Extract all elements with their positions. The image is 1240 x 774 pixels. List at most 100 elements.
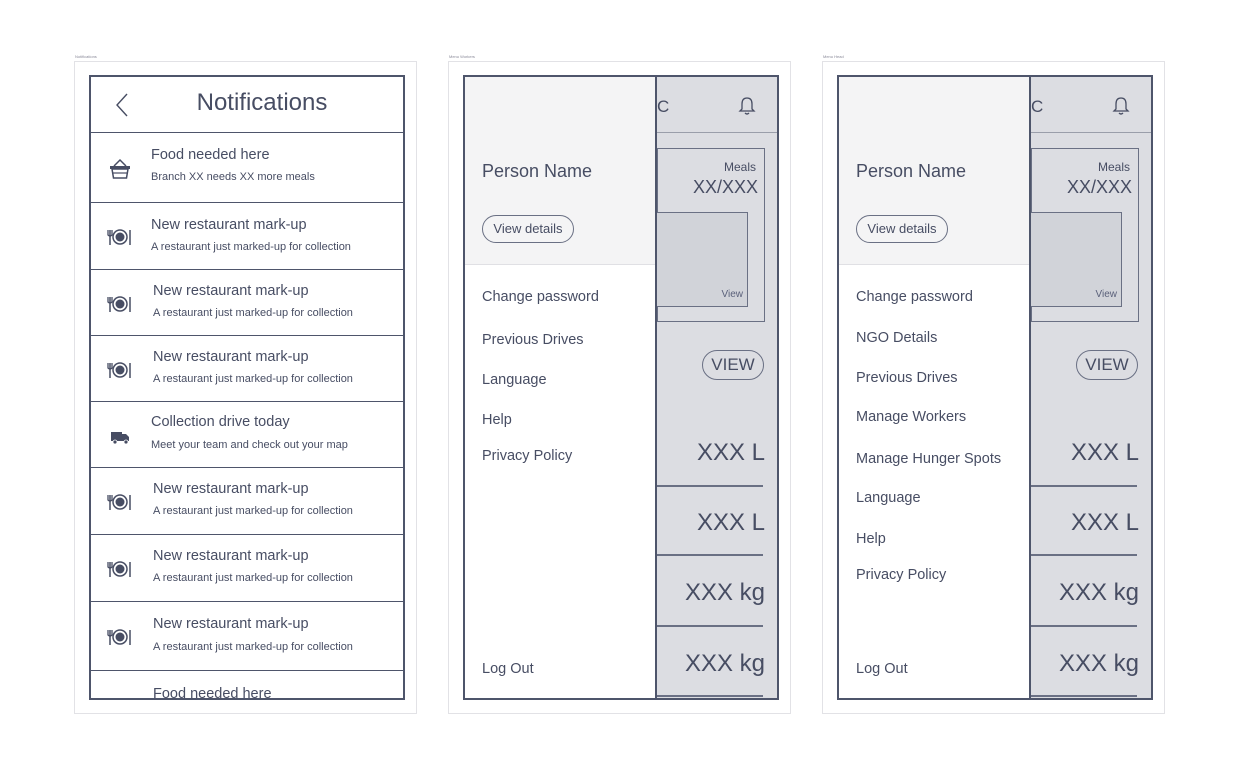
menu-workers-screen: C Meals XX/XXX View VIEW XXX L XXX L XXX… xyxy=(463,75,779,700)
menu-item-language[interactable]: Language xyxy=(482,372,547,388)
notification-item[interactable]: Food needed here Branch XX needs XX more… xyxy=(91,133,403,203)
notifications-header: Notifications xyxy=(91,77,403,133)
stat-value: XXX kg xyxy=(1058,650,1139,677)
notification-item[interactable]: New restaurant mark-up A restaurant just… xyxy=(91,336,403,402)
stat-value: XXX kg xyxy=(684,650,765,677)
drawer-header: Person Name View details xyxy=(465,77,655,265)
notification-item[interactable]: New restaurant mark-up A restaurant just… xyxy=(91,270,403,336)
menu-item-privacy-policy[interactable]: Privacy Policy xyxy=(482,448,572,464)
plate-cutlery-icon xyxy=(107,629,131,645)
menu-item-change-password[interactable]: Change password xyxy=(482,289,599,305)
divider xyxy=(657,554,763,556)
notification-subtitle: Branch XX needs XX more meals xyxy=(151,171,315,183)
notification-title: New restaurant mark-up xyxy=(153,548,309,564)
plate-cutlery-icon xyxy=(107,229,131,245)
notification-title: New restaurant mark-up xyxy=(153,283,309,299)
meals-value: XX/XXX xyxy=(1066,177,1132,197)
person-name: Person Name xyxy=(856,161,967,181)
meals-card: Meals XX/XXX View xyxy=(1030,148,1139,322)
image-view-link[interactable]: View xyxy=(722,289,744,300)
plate-cutlery-icon xyxy=(107,362,131,378)
notification-item[interactable]: New restaurant mark-up A restaurant just… xyxy=(91,203,403,270)
divider xyxy=(1031,625,1137,627)
divider xyxy=(1031,554,1137,556)
notification-item[interactable]: New restaurant mark-up A restaurant just… xyxy=(91,602,403,671)
notification-subtitle: A restaurant just marked-up for collecti… xyxy=(153,572,353,584)
notification-subtitle: A restaurant just marked-up for collecti… xyxy=(153,505,353,517)
view-button[interactable]: VIEW xyxy=(702,350,764,380)
plate-cutlery-icon xyxy=(107,296,131,312)
menu-item-previous-drives[interactable]: Previous Drives xyxy=(482,332,584,348)
meals-value: XX/XXX xyxy=(692,177,758,197)
stat-value: XXX L xyxy=(696,509,765,536)
notification-title: New restaurant mark-up xyxy=(153,349,309,365)
notification-title: New restaurant mark-up xyxy=(151,217,307,233)
stat-value: XXX L xyxy=(696,439,765,466)
notification-item[interactable]: Collection drive today Meet your team an… xyxy=(91,402,403,468)
menu-item-manage-workers[interactable]: Manage Workers xyxy=(856,409,966,425)
menu-item-manage-hunger-spots[interactable]: Manage Hunger Spots xyxy=(856,451,1001,467)
bell-icon[interactable] xyxy=(1110,94,1132,116)
menu-item-ngo-details[interactable]: NGO Details xyxy=(856,330,937,346)
menu-item-language[interactable]: Language xyxy=(856,490,921,506)
menu-item-privacy-policy[interactable]: Privacy Policy xyxy=(856,567,946,583)
plate-cutlery-icon xyxy=(107,561,131,577)
notification-subtitle: A restaurant just marked-up for collecti… xyxy=(153,641,353,653)
person-name: Person Name xyxy=(482,161,593,181)
divider xyxy=(657,625,763,627)
meals-label: Meals xyxy=(1097,160,1130,174)
notification-item[interactable]: Food needed here xyxy=(91,671,403,698)
image-placeholder: View xyxy=(656,212,748,307)
frame-label-notifications: Notifications xyxy=(75,54,97,59)
menu-item-help[interactable]: Help xyxy=(482,412,512,428)
menu-item-previous-drives[interactable]: Previous Drives xyxy=(856,370,958,386)
notification-subtitle: A restaurant just marked-up for collecti… xyxy=(153,307,353,319)
frame-label-menu-workers: Menu Workers xyxy=(449,54,475,59)
top-bar: C xyxy=(1031,77,1151,133)
stat-value: XXX kg xyxy=(684,579,765,606)
stat-value: XXX L xyxy=(1070,439,1139,466)
menu-head-screen: C Meals XX/XXX View VIEW XXX L XXX L XXX… xyxy=(837,75,1153,700)
menu-item-help[interactable]: Help xyxy=(856,531,886,547)
side-drawer: Person Name View details Change password… xyxy=(839,77,1031,698)
notification-subtitle: Meet your team and check out your map xyxy=(151,439,348,451)
top-bar: C xyxy=(657,77,777,133)
meals-card: Meals XX/XXX View xyxy=(656,148,765,322)
logout-button[interactable]: Log Out xyxy=(856,661,908,677)
bell-icon[interactable] xyxy=(736,94,758,116)
menu-item-change-password[interactable]: Change password xyxy=(856,289,973,305)
notifications-screen: Notifications Food needed here Branch XX… xyxy=(89,75,405,700)
stat-value: XXX L xyxy=(1070,509,1139,536)
truck-icon xyxy=(111,432,129,445)
dashboard-background: C Meals XX/XXX View VIEW XXX L XXX L XXX… xyxy=(1030,77,1151,698)
meals-label: Meals xyxy=(723,160,756,174)
notification-item[interactable]: New restaurant mark-up A restaurant just… xyxy=(91,468,403,535)
divider xyxy=(1031,695,1137,697)
drawer-header: Person Name View details xyxy=(839,77,1029,265)
notification-item[interactable]: New restaurant mark-up A restaurant just… xyxy=(91,535,403,602)
notification-title: Food needed here xyxy=(151,147,270,163)
page-title: Notifications xyxy=(196,89,328,116)
notification-title: Collection drive today xyxy=(151,414,290,430)
image-view-link[interactable]: View xyxy=(1096,289,1118,300)
divider xyxy=(1031,485,1137,487)
notification-title: New restaurant mark-up xyxy=(153,481,309,497)
artboard-notifications: Notifications Food needed here Branch XX… xyxy=(74,61,417,714)
plate-cutlery-icon xyxy=(107,494,131,510)
divider xyxy=(657,695,763,697)
side-drawer: Person Name View details Change password… xyxy=(465,77,657,698)
dashboard-background: C Meals XX/XXX View VIEW XXX L XXX L XXX… xyxy=(656,77,777,698)
frame-label-menu-head: Menu Head xyxy=(823,54,844,59)
logout-button[interactable]: Log Out xyxy=(482,661,534,677)
artboard-menu-workers: C Meals XX/XXX View VIEW XXX L XXX L XXX… xyxy=(448,61,791,714)
notification-subtitle: A restaurant just marked-up for collecti… xyxy=(151,241,351,253)
stat-value: XXX kg xyxy=(1058,579,1139,606)
notification-title: New restaurant mark-up xyxy=(153,616,309,632)
view-details-button[interactable]: View details xyxy=(856,215,948,243)
notification-subtitle: A restaurant just marked-up for collecti… xyxy=(153,373,353,385)
view-details-button[interactable]: View details xyxy=(482,215,574,243)
divider xyxy=(657,485,763,487)
view-button[interactable]: VIEW xyxy=(1076,350,1138,380)
image-placeholder: View xyxy=(1030,212,1122,307)
top-bar-letter: C xyxy=(1031,97,1044,116)
